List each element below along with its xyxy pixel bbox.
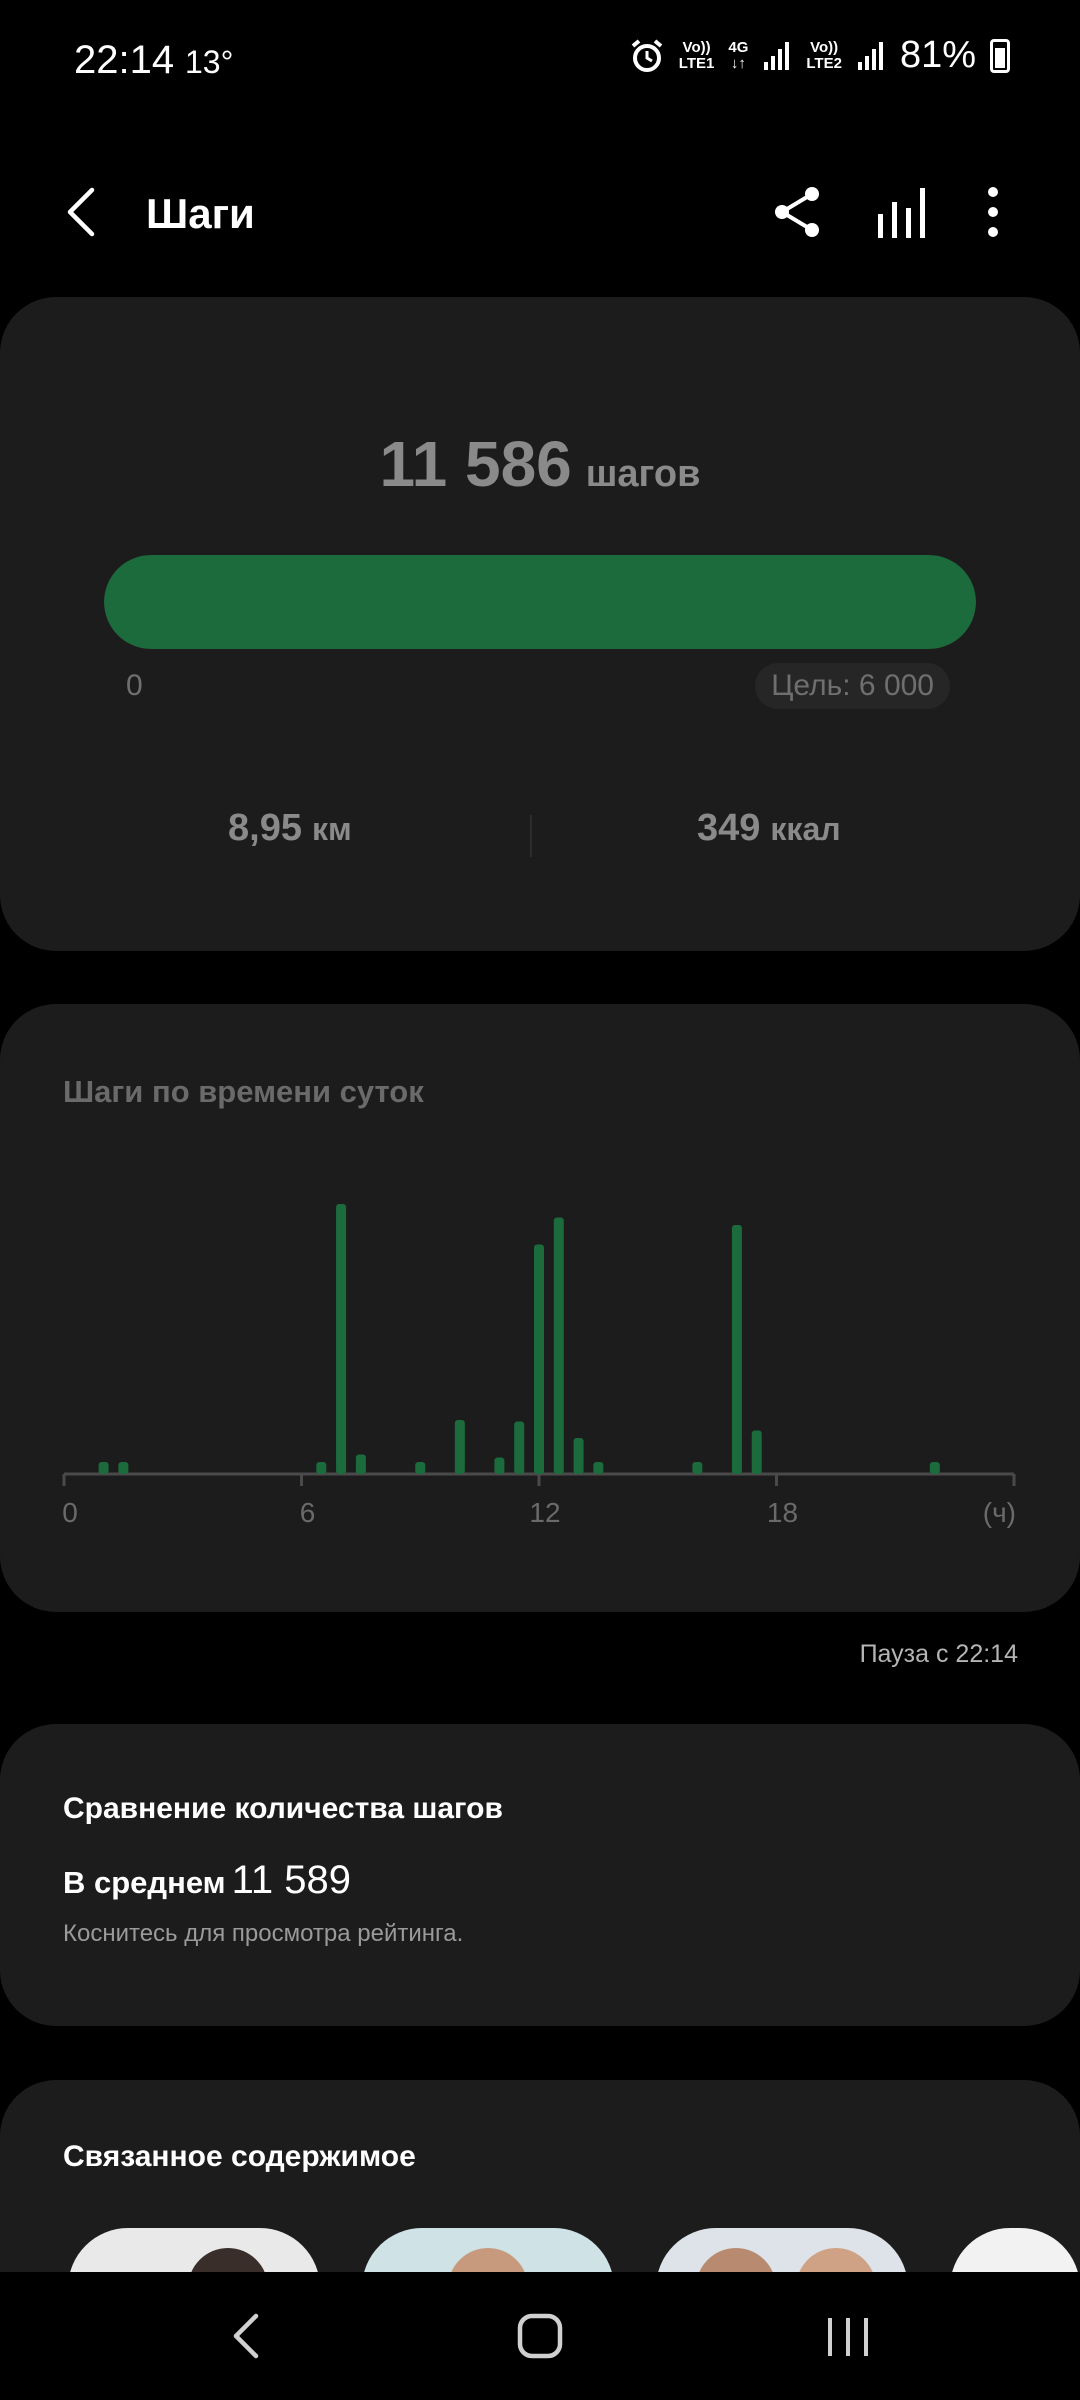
more-options-icon[interactable] xyxy=(968,182,1018,242)
average-label: В среднем xyxy=(63,1865,226,1900)
status-bar: 22:14 13° Vo)) LTE1 4G ↓↑ Vo)) LTE2 81% xyxy=(0,0,1080,120)
calories-metric: 349 ккал xyxy=(697,807,841,850)
calories-unit: ккал xyxy=(770,811,841,847)
comparison-hint: Коснитесь для просмотра рейтинга. xyxy=(63,1920,464,1947)
chart-bar xyxy=(593,1462,604,1474)
pause-status: Пауза с 22:14 xyxy=(859,1640,1018,1668)
chart-x-tick-label: 6 xyxy=(300,1497,316,1528)
chart-bar xyxy=(118,1462,129,1474)
steps-count-line: 11 586 шагов xyxy=(0,427,1080,501)
share-icon[interactable] xyxy=(768,182,828,242)
chart-bar xyxy=(494,1457,505,1474)
steps-comparison-card[interactable]: Сравнение количества шагов В среднем 11 5… xyxy=(0,1724,1080,2026)
metric-divider xyxy=(530,815,532,857)
distance-value: 8,95 xyxy=(228,807,302,849)
steps-progress-bar xyxy=(104,555,976,649)
distance-metric: 8,95 км xyxy=(228,807,352,850)
chart-bar xyxy=(573,1438,584,1474)
hourly-steps-card[interactable]: Шаги по времени суток 0 6 12 18 (ч) xyxy=(0,1004,1080,1612)
chart-bar xyxy=(98,1462,109,1474)
battery-percent: 81% xyxy=(899,34,976,76)
signal-icon xyxy=(764,41,790,70)
network-type: 4G ↓↑ xyxy=(728,38,749,72)
page-title: Шаги xyxy=(146,190,255,237)
comparison-title: Сравнение количества шагов xyxy=(63,1792,503,1825)
chart-bar xyxy=(316,1462,327,1474)
nav-back-icon[interactable] xyxy=(220,2306,280,2366)
goal-badge[interactable]: Цель: 6 000 xyxy=(755,663,950,709)
chart-bar xyxy=(534,1244,544,1474)
chart-x-tick-label: (ч) xyxy=(983,1497,1016,1528)
status-temperature: 13° xyxy=(185,44,234,80)
steps-count: 11 586 xyxy=(379,428,572,500)
chart-bar xyxy=(454,1420,465,1474)
chart-bar xyxy=(692,1462,703,1474)
related-title: Связанное содержимое xyxy=(63,2140,416,2173)
chart-bar xyxy=(415,1462,426,1474)
chart-bar xyxy=(929,1462,940,1474)
chart-bar xyxy=(731,1225,742,1474)
app-bar: Шаги xyxy=(0,170,1080,260)
status-time: 22:14 xyxy=(74,38,175,82)
sim1-indicator: Vo)) LTE1 xyxy=(678,38,715,72)
chart-bar xyxy=(514,1421,525,1474)
alarm-icon xyxy=(631,38,663,72)
progress-min-label: 0 xyxy=(126,669,143,702)
nav-home-icon[interactable] xyxy=(510,2306,570,2366)
system-nav-bar xyxy=(0,2272,1080,2400)
sim2-indicator: Vo)) LTE2 xyxy=(806,38,842,72)
signal-icon xyxy=(857,41,883,70)
back-icon[interactable] xyxy=(56,182,116,242)
stats-icon[interactable] xyxy=(872,182,932,242)
chart-bar xyxy=(751,1430,762,1474)
chart-bar xyxy=(553,1217,564,1474)
chart-x-tick-label: 18 xyxy=(767,1497,798,1528)
hourly-steps-chart: 0 6 12 18 (ч) xyxy=(62,1204,1016,1528)
nav-recent-apps-icon[interactable] xyxy=(818,2306,878,2366)
average-value: 11 589 xyxy=(231,1858,351,1902)
status-icons: Vo)) LTE1 4G ↓↑ Vo)) LTE2 81% xyxy=(629,34,1010,77)
chart-bar xyxy=(336,1204,347,1474)
calories-value: 349 xyxy=(697,807,761,849)
chart-x-tick-label: 0 xyxy=(62,1497,78,1528)
steps-progress-fill xyxy=(104,555,976,649)
steps-unit: шагов xyxy=(585,453,701,495)
chart-x-tick-label: 12 xyxy=(529,1497,560,1528)
distance-unit: км xyxy=(311,811,352,847)
battery-icon xyxy=(990,38,1010,73)
chart-bar xyxy=(355,1454,366,1474)
comparison-average: В среднем 11 589 xyxy=(63,1858,351,1903)
steps-summary-card[interactable]: 11 586 шагов 0 Цель: 6 000 8,95 км 349 ккал xyxy=(0,297,1080,951)
